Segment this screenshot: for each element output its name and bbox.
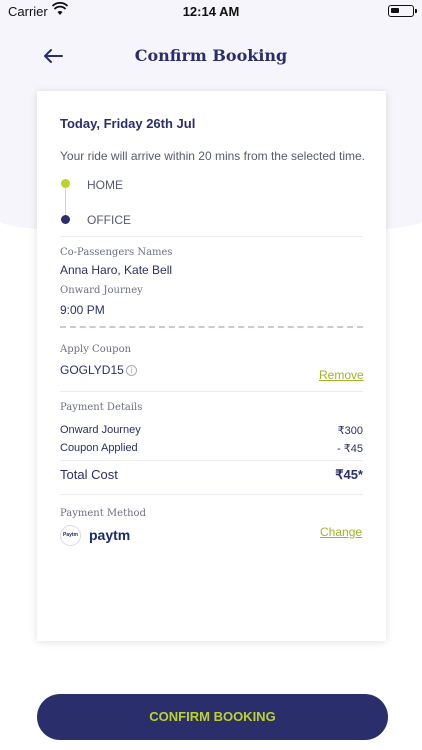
onward-journey-time: 9:00 PM (60, 303, 105, 317)
dashed-divider (60, 326, 363, 328)
payment-details-label: Payment Details (60, 402, 143, 413)
divider (60, 236, 363, 237)
paytm-logo-icon: Paytm (60, 525, 81, 546)
change-payment-link[interactable]: Change (320, 525, 362, 539)
dropoff-dot-icon (61, 215, 70, 224)
dropoff-location: OFFICE (87, 213, 131, 227)
coupon-code: GOGLYD15 (60, 363, 124, 377)
payment-method-name: paytm (89, 527, 131, 543)
remove-coupon-link[interactable]: Remove (319, 368, 364, 382)
co-passengers-label: Co-Passengers Names (60, 247, 173, 258)
coupon-row-label: Coupon Applied (60, 442, 138, 454)
booking-card: Today, Friday 26th Jul Your ride will ar… (37, 91, 386, 641)
coupon-row-value: - ₹45 (337, 443, 363, 455)
arrival-note: Your ride will arrive within 20 mins fro… (60, 149, 366, 163)
divider (60, 460, 363, 461)
co-passengers-names: Anna Haro, Kate Bell (60, 263, 173, 277)
status-time: 12:14 AM (182, 4, 240, 19)
pickup-location: HOME (87, 178, 123, 192)
info-icon[interactable]: i (126, 365, 137, 376)
onward-journey-label: Onward Journey (60, 285, 143, 296)
confirm-booking-button[interactable]: CONFIRM BOOKING (37, 694, 388, 740)
status-bar: Carrier 12:14 AM (0, 0, 422, 22)
divider (60, 391, 363, 392)
booking-date: Today, Friday 26th Jul (60, 116, 196, 131)
page-title: Confirm Booking (134, 46, 288, 65)
apply-coupon-label: Apply Coupon (60, 344, 132, 355)
route-connector (65, 188, 66, 215)
pickup-dot-icon (61, 179, 70, 188)
fare-row-value: ₹300 (337, 425, 363, 437)
battery-icon (388, 5, 417, 17)
payment-method-label: Payment Method (60, 508, 146, 519)
total-cost-value: ₹45* (335, 467, 363, 482)
divider (60, 494, 363, 495)
fare-row-label: Onward Journey (60, 424, 141, 436)
total-cost-label: Total Cost (60, 467, 118, 482)
